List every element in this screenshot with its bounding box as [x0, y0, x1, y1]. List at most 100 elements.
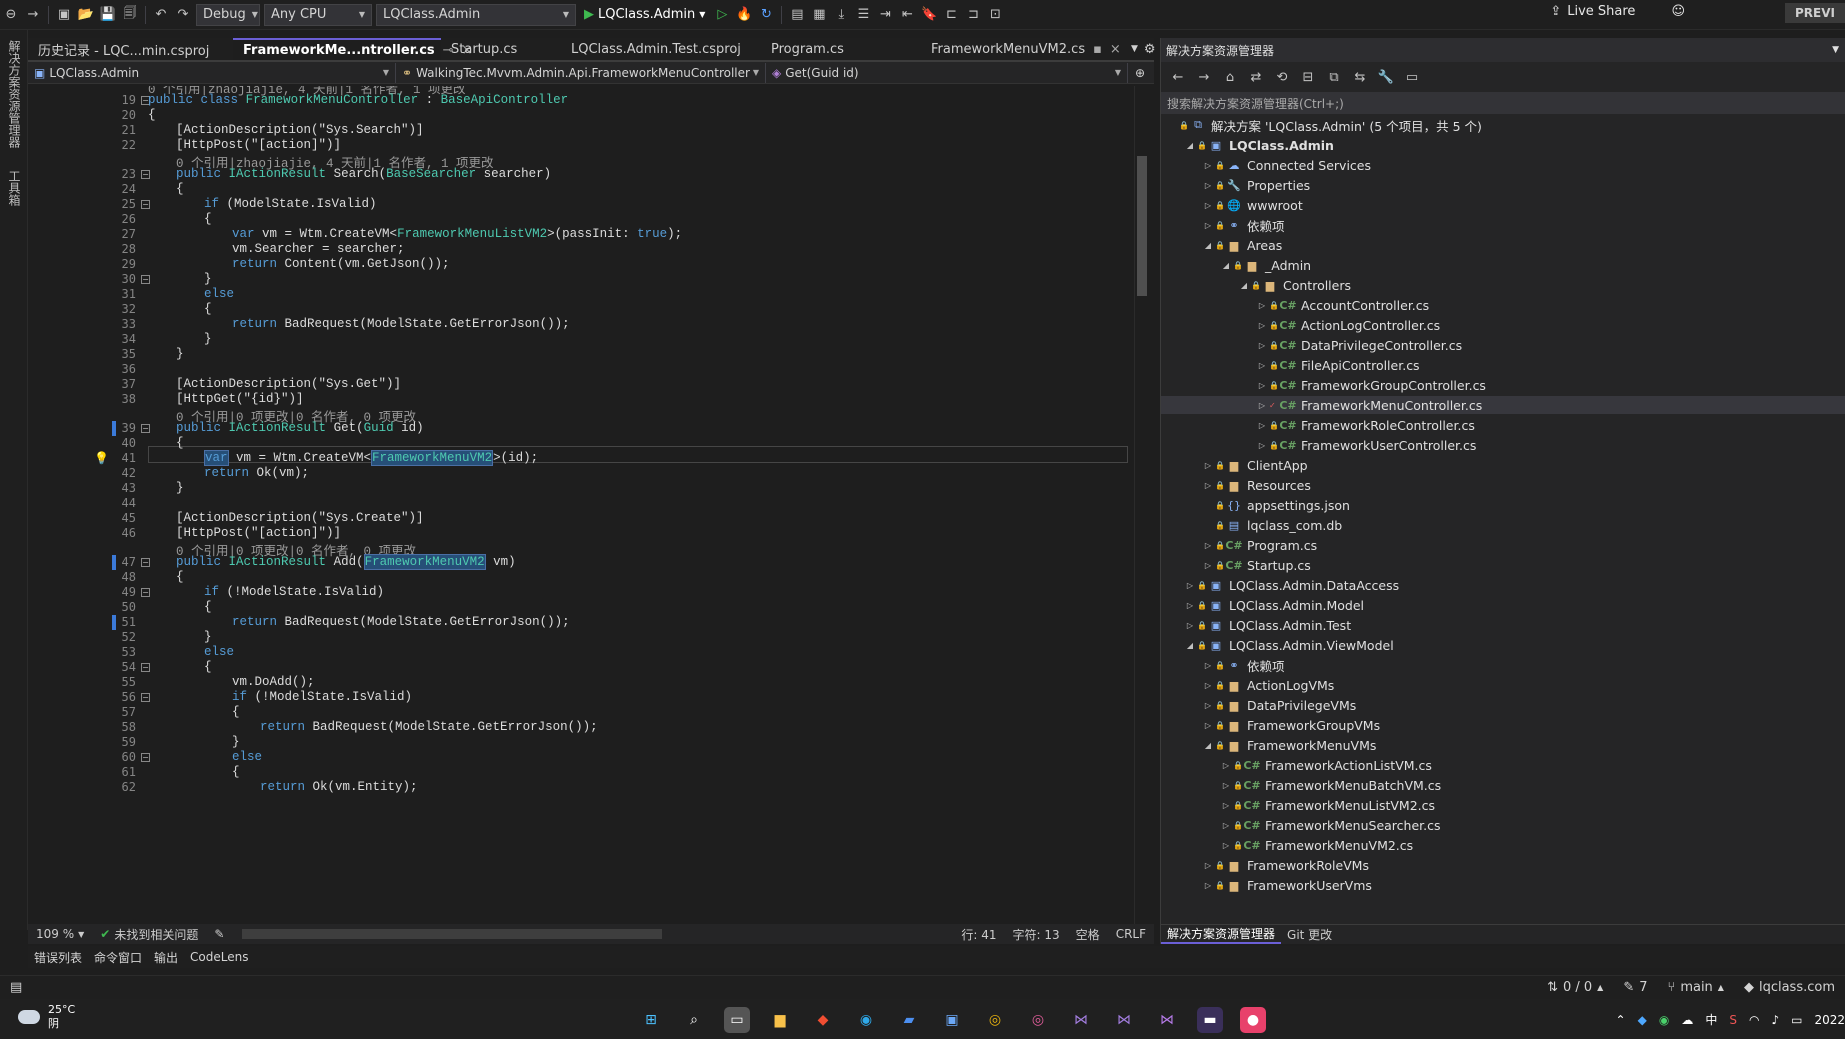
lightbulb-icon[interactable]: 💡	[94, 451, 109, 465]
tab-error-list[interactable]: 错误列表	[28, 949, 88, 966]
prev-bookmark-icon[interactable]: ⊏	[940, 4, 962, 26]
member-dropdown[interactable]: ◈ Get(Guid id) ▼	[766, 62, 1128, 83]
expanded-arrow-icon[interactable]: ◢	[1183, 141, 1197, 150]
tree-item-startup[interactable]: ▷ 🔒 C# Startup.cs	[1161, 556, 1845, 574]
weather-widget[interactable]: 25°C 阴	[18, 1003, 75, 1031]
tree-item-actionlogvms[interactable]: ▷ 🔒 ▆ ActionLogVMs	[1161, 676, 1845, 694]
split-icon[interactable]: ⊕	[1128, 66, 1152, 80]
open-folder-icon[interactable]: 📂	[75, 4, 97, 26]
tree-item-dataprivvms[interactable]: ▷ 🔒 ▆ DataPrivilegeVMs	[1161, 696, 1845, 714]
collapsed-arrow-icon[interactable]: ▷	[1255, 321, 1269, 330]
line-indicator[interactable]: 行: 41	[953, 926, 1004, 943]
tab-framework-menu-vm2[interactable]: FrameworkMenuVM2.cs ▪ ×	[921, 38, 1121, 60]
tree-item-dataaccess[interactable]: ▷ 🔒 ▣ LQClass.Admin.DataAccess	[1161, 576, 1845, 594]
pin-icon[interactable]: ▪	[1093, 42, 1102, 57]
tab-git-changes[interactable]: Git 更改	[1281, 926, 1338, 943]
sync-icon[interactable]: ⇆	[1349, 66, 1371, 88]
collapsed-arrow-icon[interactable]: ▷	[1201, 561, 1215, 570]
toolbox-side-tab[interactable]: 工具箱	[6, 170, 23, 206]
preview-icon[interactable]: ▭	[1401, 66, 1423, 88]
tab-startup[interactable]: Startup.cs	[441, 38, 561, 60]
collapsed-arrow-icon[interactable]: ▷	[1201, 721, 1215, 730]
volume-icon[interactable]: ♪	[1771, 1013, 1779, 1027]
collapsed-arrow-icon[interactable]: ▷	[1219, 841, 1233, 850]
notifications-icon[interactable]: ▤	[0, 980, 32, 995]
issues-indicator[interactable]: ✔ 未找到相关问题	[92, 926, 206, 943]
tree-item-c8[interactable]: ▷ 🔒 C# FrameworkUserController.cs	[1161, 436, 1845, 454]
tab-solution-explorer[interactable]: 解决方案资源管理器	[1161, 925, 1282, 944]
collapsed-arrow-icon[interactable]: ▷	[1201, 541, 1215, 550]
git-app-icon[interactable]: ◆	[810, 1007, 836, 1033]
solution-search-input[interactable]: 搜索解决方案资源管理器(Ctrl+;)	[1161, 92, 1845, 114]
collapsed-arrow-icon[interactable]: ▷	[1255, 341, 1269, 350]
search-icon[interactable]: ⌕	[681, 1007, 707, 1033]
refresh-icon[interactable]: ↻	[755, 4, 777, 26]
expanded-arrow-icon[interactable]: ◢	[1201, 741, 1215, 750]
collapsed-arrow-icon[interactable]: ▷	[1255, 401, 1269, 410]
tree-item-m1[interactable]: ▷ 🔒 C# FrameworkActionListVM.cs	[1161, 756, 1845, 774]
undo-icon[interactable]: ↶	[150, 4, 172, 26]
expanded-arrow-icon[interactable]: ◢	[1237, 281, 1251, 290]
tree-item-root[interactable]: 🔒 ⧉ 解决方案 'LQClass.Admin' (5 个项目，共 5 个)	[1161, 116, 1845, 134]
collapsed-arrow-icon[interactable]: ▷	[1255, 301, 1269, 310]
chrome-icon[interactable]: ◎	[982, 1007, 1008, 1033]
tree-item-model[interactable]: ▷ 🔒 ▣ LQClass.Admin.Model	[1161, 596, 1845, 614]
clock-year[interactable]: 2022	[1814, 1013, 1845, 1027]
collapse-all-icon[interactable]: ⊟	[1297, 66, 1319, 88]
live-share-button[interactable]: ⇪ Live Share ☺	[1550, 4, 1685, 19]
branch-indicator[interactable]: ⑂ main ▲	[1658, 980, 1734, 995]
project-dropdown[interactable]: ▣ LQClass.Admin ▼	[28, 62, 396, 83]
visual-studio-code-icon[interactable]: ⋈	[1068, 1007, 1094, 1033]
tree-item-admin[interactable]: ◢ 🔒 ▣ LQClass.Admin	[1161, 136, 1845, 154]
visual-studio-icon[interactable]: ⋈	[1111, 1007, 1137, 1033]
tree-item-c6[interactable]: ▷ ✓ C# FrameworkMenuController.cs	[1161, 396, 1845, 414]
tree-item-c1[interactable]: ▷ 🔒 C# AccountController.cs	[1161, 296, 1845, 314]
tree-item-uservms[interactable]: ▷ 🔒 ▆ FrameworkUserVms	[1161, 876, 1845, 894]
tab-output[interactable]: 输出	[148, 949, 184, 966]
ime-indicator[interactable]: 中	[1705, 1011, 1717, 1028]
code-text[interactable]: 0 个引用|zhaojiajie, 4 天前|1 名作者, 1 项更改 publ…	[148, 86, 1128, 924]
tab-test-csproj[interactable]: LQClass.Admin.Test.csproj	[561, 38, 761, 60]
clear-bookmark-icon[interactable]: ⊡	[984, 4, 1006, 26]
save-all-icon[interactable]: 🗐	[119, 4, 141, 26]
collapsed-arrow-icon[interactable]: ▷	[1201, 881, 1215, 890]
shield-icon[interactable]: ◆	[1638, 1013, 1647, 1027]
collapsed-arrow-icon[interactable]: ▷	[1183, 621, 1197, 630]
forward-icon[interactable]: →	[1193, 66, 1215, 88]
startup-project-dropdown[interactable]: LQClass.Admin ▼	[376, 3, 576, 26]
collapsed-arrow-icon[interactable]: ▷	[1183, 601, 1197, 610]
expanded-arrow-icon[interactable]: ◢	[1201, 241, 1215, 250]
show-all-files-icon[interactable]: ⧉	[1323, 66, 1345, 88]
class-dropdown[interactable]: ⚭ WalkingTec.Mvvm.Admin.Api.FrameworkMenu…	[396, 62, 766, 83]
collapsed-arrow-icon[interactable]: ▷	[1201, 181, 1215, 190]
collapsed-arrow-icon[interactable]: ▷	[1255, 421, 1269, 430]
chevron-up-icon[interactable]: ⌃	[1616, 1013, 1626, 1027]
tree-item-rolevms[interactable]: ▷ 🔒 ▆ FrameworkRoleVMs	[1161, 856, 1845, 874]
collapsed-arrow-icon[interactable]: ▷	[1201, 661, 1215, 670]
collapsed-arrow-icon[interactable]: ▷	[1201, 221, 1215, 230]
outdent-icon[interactable]: ⇤	[896, 4, 918, 26]
tree-item-viewmodel[interactable]: ◢ 🔒 ▣ LQClass.Admin.ViewModel	[1161, 636, 1845, 654]
battery-icon[interactable]: ▭	[1791, 1013, 1802, 1027]
collapsed-arrow-icon[interactable]: ▷	[1201, 481, 1215, 490]
input-method-icon[interactable]: S	[1729, 1013, 1737, 1027]
properties-icon[interactable]: 🔧	[1375, 66, 1397, 88]
tree-item-m2[interactable]: ▷ 🔒 C# FrameworkMenuBatchVM.cs	[1161, 776, 1845, 794]
tree-item-clientapp[interactable]: ▷ 🔒 ▆ ClientApp	[1161, 456, 1845, 474]
gear-icon[interactable]: ⚙	[1144, 42, 1156, 57]
column-indicator[interactable]: 字符: 13	[1005, 926, 1068, 943]
task-view-icon[interactable]: ▭	[724, 1007, 750, 1033]
close-icon[interactable]: ×	[1110, 42, 1121, 57]
hot-reload-icon[interactable]: 🔥	[733, 4, 755, 26]
back-icon[interactable]: ⊖	[0, 4, 22, 26]
align-icon[interactable]: ☰	[852, 4, 874, 26]
run-without-debug-icon[interactable]: ▷	[711, 4, 733, 26]
tree-item-c7[interactable]: ▷ 🔒 C# FrameworkRoleController.cs	[1161, 416, 1845, 434]
tree-item-vmdeps[interactable]: ▷ 🔒 ⚭ 依赖项	[1161, 656, 1845, 674]
expanded-arrow-icon[interactable]: ◢	[1219, 261, 1233, 270]
eol-indicator[interactable]: CRLF	[1108, 927, 1154, 941]
collapsed-arrow-icon[interactable]: ▷	[1255, 441, 1269, 450]
layout-icon[interactable]: ▦	[808, 4, 830, 26]
config-dropdown[interactable]: Debug ▼	[196, 3, 260, 26]
tree-item-properties[interactable]: ▷ 🔒 🔧 Properties	[1161, 176, 1845, 194]
